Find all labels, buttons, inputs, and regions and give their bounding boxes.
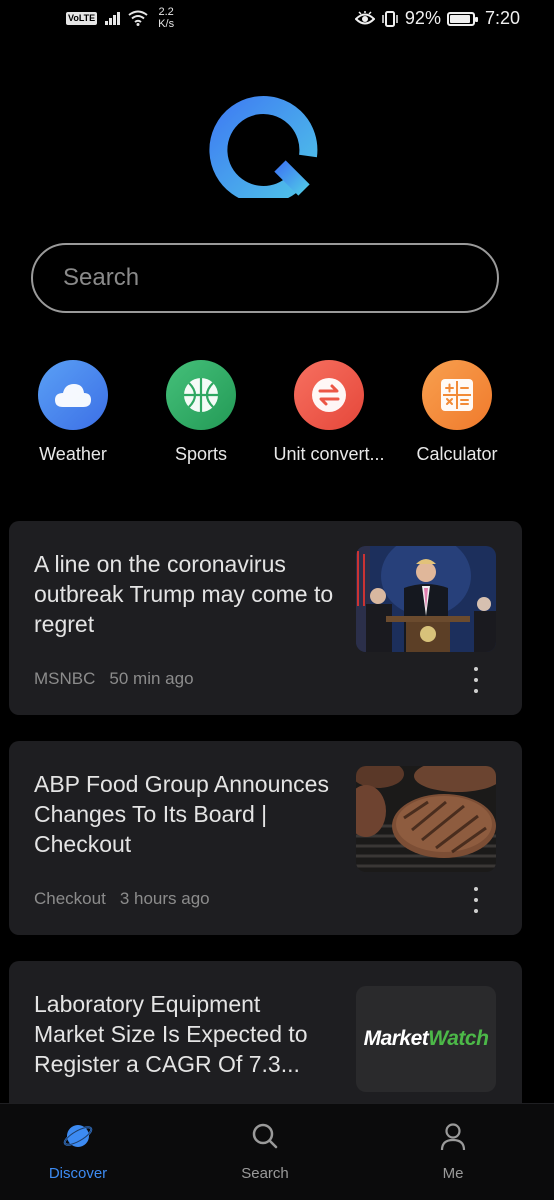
unit-converter-circle: [294, 360, 364, 430]
shortcut-label: Calculator: [416, 444, 498, 464]
vibrate-icon: [382, 10, 398, 27]
news-source: Checkout: [34, 889, 106, 908]
news-meta: MSNBC 50 min ago: [34, 669, 194, 689]
clock: 7:20: [484, 8, 520, 28]
shortcut-label: Sports: [174, 444, 228, 464]
status-right: 92% 7:20: [354, 8, 520, 29]
news-headline: A line on the coronavirus outbreak Trump…: [34, 551, 334, 637]
nav-label: Search: [241, 1165, 289, 1182]
more-options-icon[interactable]: [468, 887, 484, 913]
search-bar[interactable]: [31, 243, 499, 313]
shortcut-label: Weather: [39, 444, 107, 464]
news-thumbnail[interactable]: [356, 546, 496, 652]
nav-label: Discover: [48, 1165, 108, 1182]
nav-label: Me: [442, 1165, 464, 1182]
speed-value: 2.2: [158, 6, 174, 18]
app-logo: [209, 95, 318, 198]
convert-arrows-icon: [312, 378, 346, 412]
news-meta: Checkout 3 hours ago: [34, 889, 210, 909]
news-time: 3 hours ago: [119, 889, 210, 908]
signal-icon: [105, 11, 121, 25]
basketball-icon: [184, 378, 218, 412]
news-thumbnail[interactable]: [356, 766, 496, 872]
news-card[interactable]: ABP Food Group Announces Changes To Its …: [9, 741, 522, 935]
logo-part-watch: Watch: [428, 1027, 489, 1050]
shortcut-weather[interactable]: Weather: [8, 360, 138, 465]
news-headline: ABP Food Group Announces Changes To Its …: [34, 771, 329, 857]
eye-comfort-icon: [354, 10, 375, 24]
news-time: 50 min ago: [109, 669, 194, 688]
bottom-nav: Discover Search Me: [0, 1103, 554, 1200]
news-source: MSNBC: [34, 669, 96, 688]
cloud-icon: [55, 384, 91, 407]
battery-percent: 92%: [404, 8, 441, 28]
search-icon: [252, 1123, 278, 1149]
news-card[interactable]: A line on the coronavirus outbreak Trump…: [9, 521, 522, 715]
network-speed: 2.2 K/s: [158, 6, 174, 30]
logo-part-market: Market: [363, 1027, 429, 1050]
person-icon: [440, 1123, 466, 1151]
shortcut-calculator[interactable]: Calculator: [392, 360, 522, 465]
sports-circle: [166, 360, 236, 430]
press-briefing-photo: [356, 546, 496, 652]
news-headline: Laboratory Equipment Market Size Is Expe…: [34, 991, 308, 1077]
marketwatch-logo: MarketWatch: [364, 1027, 489, 1051]
calculator-circle: [422, 360, 492, 430]
shortcut-label: Unit convert...: [273, 444, 385, 464]
wifi-icon: [128, 10, 148, 26]
planet-icon: [63, 1125, 93, 1147]
volte-badge: VoLTE: [66, 11, 98, 25]
tab-search[interactable]: Search: [210, 1120, 320, 1182]
shortcut-unit-converter[interactable]: Unit convert...: [264, 360, 394, 465]
search-input[interactable]: [33, 245, 497, 311]
calculator-icon: [441, 379, 473, 411]
status-bar: VoLTE 2.2 K/s 92% 7:20: [0, 0, 554, 40]
status-left: VoLTE 2.2 K/s: [66, 6, 174, 30]
more-options-icon[interactable]: [468, 667, 484, 693]
speed-unit: K/s: [158, 18, 175, 30]
shortcut-sports[interactable]: Sports: [136, 360, 266, 465]
weather-circle: [38, 360, 108, 430]
news-thumbnail[interactable]: MarketWatch: [356, 986, 496, 1092]
battery-icon: [446, 11, 478, 26]
tab-discover[interactable]: Discover: [23, 1120, 133, 1182]
tab-me[interactable]: Me: [398, 1120, 508, 1182]
burger-patties-photo: [356, 766, 496, 872]
